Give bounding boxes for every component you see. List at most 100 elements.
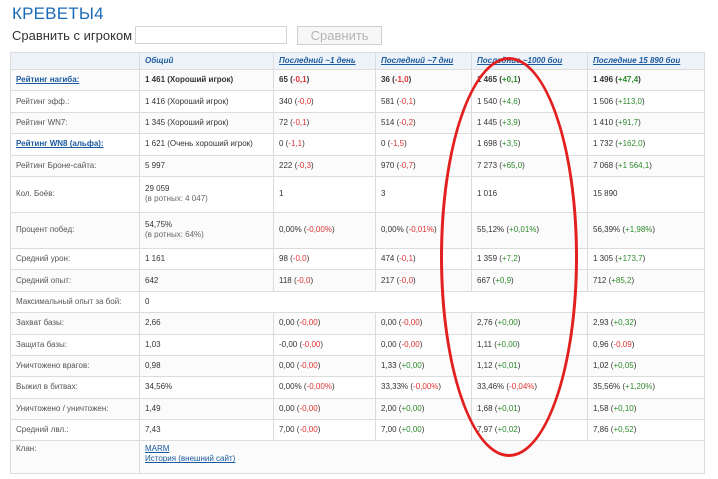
stat-main: 98 ( bbox=[279, 254, 293, 264]
stat-value: 0,00% (-0,00%) bbox=[279, 225, 335, 234]
stat-paren: ) bbox=[631, 275, 635, 285]
stat-main: 56,39% ( bbox=[593, 225, 626, 235]
stat-cell: 1 305 (+173,7) bbox=[587, 247, 705, 271]
stat-value: 0,00 (-0,00) bbox=[381, 340, 422, 349]
stat-cell: 2,00 (+0,00) bbox=[375, 397, 472, 421]
stat-paren: ) bbox=[413, 160, 416, 170]
header-last-day-link[interactable]: Последний ~1 день bbox=[279, 56, 356, 65]
stat-paren: ) bbox=[517, 318, 521, 328]
stat-subtext: (в ротных: 4 047) bbox=[145, 194, 208, 204]
row-label-text: Выжил в битвах: bbox=[16, 382, 78, 392]
stat-value: 1 698 (+3,5) bbox=[477, 139, 520, 148]
stat-paren: ) bbox=[317, 361, 321, 371]
stat-paren: ) bbox=[421, 403, 425, 413]
stat-cell: 118 (-0,0) bbox=[273, 269, 376, 292]
stat-value: 0,96 (-0,09) bbox=[593, 340, 634, 349]
stat-main: 0,00 ( bbox=[279, 318, 300, 328]
table-row: Рейтинг нагиба: 1 461 (Хороший игрок) 65 (… bbox=[10, 68, 705, 92]
stat-main: 1,49 bbox=[145, 403, 161, 413]
stat-main: 72 ( bbox=[279, 117, 293, 127]
stat-value: 33,33% (-0,00%) bbox=[381, 382, 441, 391]
header-last-1000[interactable]: Последние ~1000 бои bbox=[471, 52, 588, 70]
stat-paren: ) bbox=[642, 139, 646, 149]
stat-main: 0,98 bbox=[145, 361, 161, 371]
stat-paren: ) bbox=[652, 382, 656, 392]
stat-main: 7,00 ( bbox=[381, 425, 402, 435]
stat-delta: -0,1 bbox=[292, 117, 307, 127]
stat-cell: 34,56% bbox=[139, 376, 274, 399]
clan-link[interactable]: MARM bbox=[145, 444, 699, 454]
stat-cell: 1 465 (+0,1) bbox=[471, 68, 588, 92]
stat-value: 970 (-0,7) bbox=[381, 161, 416, 170]
row-label-text: Процент побед: bbox=[16, 225, 75, 235]
row-label: Средний лвл.: bbox=[10, 419, 140, 442]
header-last-15890[interactable]: Последние 15 890 бои bbox=[587, 52, 705, 70]
stat-main: 1 506 ( bbox=[593, 96, 618, 106]
stat-cell: 7 273 (+65,0) bbox=[471, 154, 588, 177]
stat-paren: ) bbox=[331, 225, 335, 235]
row-label-text: Максимальный опыт за бой: bbox=[16, 296, 122, 306]
stat-cell: 1 621 (Очень хороший игрок) bbox=[139, 133, 274, 156]
row-label: Уничтожено / уничтожен: bbox=[10, 397, 140, 421]
row-label-link[interactable]: Рейтинг нагиба: bbox=[16, 75, 79, 84]
stat-cell: 1 506 (+113,0) bbox=[587, 90, 705, 113]
stat-value: 15 890 bbox=[593, 189, 617, 198]
stat-value: 0,98 bbox=[145, 361, 161, 370]
stat-paren: ) bbox=[631, 339, 635, 349]
stat-value: 1 359 (+7,2) bbox=[477, 254, 520, 263]
stat-cell: 1,33 (+0,00) bbox=[375, 354, 472, 378]
row-label[interactable]: Рейтинг нагиба: bbox=[10, 68, 140, 92]
stat-value: 2,93 (+0,32) bbox=[593, 318, 636, 327]
stat-paren: ) bbox=[517, 117, 521, 127]
stat-main: 7 068 ( bbox=[593, 160, 618, 170]
stat-value: 0,00 (-0,00) bbox=[279, 361, 320, 370]
stat-cell: 1 698 (+3,5) bbox=[471, 133, 588, 156]
stat-paren: ) bbox=[331, 382, 335, 392]
stat-main: 118 ( bbox=[279, 275, 297, 285]
player-name-title: КРЕВЕТЫ4 bbox=[12, 4, 104, 23]
stat-value: 1 345 (Хороший игрок) bbox=[145, 118, 229, 127]
header-last-15890-link[interactable]: Последние 15 890 бои bbox=[593, 56, 680, 65]
table-row: Средний урон: 1 161 98 (-0,0) 474 (-0,1) 1 3… bbox=[10, 247, 705, 271]
stat-delta: +0,10 bbox=[613, 403, 634, 413]
stat-cell: 2,93 (+0,32) bbox=[587, 312, 705, 335]
stat-subtext: (в ротных: 64%) bbox=[145, 230, 204, 240]
stat-main: 0 ( bbox=[279, 139, 289, 149]
stat-delta: -0,3 bbox=[297, 160, 312, 170]
stat-paren: ) bbox=[517, 139, 521, 149]
stat-delta: +0,9 bbox=[495, 275, 512, 285]
stat-delta: +0,32 bbox=[613, 318, 634, 328]
stat-main: 0,00 ( bbox=[381, 318, 402, 328]
stat-delta: -0,00% bbox=[306, 382, 332, 392]
compare-button[interactable]: Сравнить bbox=[297, 25, 383, 45]
row-label-text: Уничтожено врагов: bbox=[16, 361, 90, 371]
header-last-1000-link[interactable]: Последние ~1000 бои bbox=[477, 56, 562, 65]
stat-cell: 1,02 (+0,05) bbox=[587, 354, 705, 378]
stat-value: 2,76 (+0,00) bbox=[477, 318, 520, 327]
table-row: Уничтожено / уничтожен: 1,49 0,00 (-0,00) 2… bbox=[10, 397, 705, 421]
row-label-link[interactable]: Рейтинг WN8 (альфа): bbox=[16, 139, 104, 148]
stat-paren: ) bbox=[649, 160, 652, 170]
row-label[interactable]: Рейтинг WN8 (альфа): bbox=[10, 133, 140, 156]
stat-main: 2,00 ( bbox=[381, 403, 402, 413]
stat-cell: 0 (-1,1) bbox=[273, 133, 376, 156]
stat-main: 0,00% ( bbox=[279, 382, 307, 392]
header-last-week[interactable]: Последний ~7 дни bbox=[375, 52, 472, 70]
stat-cell: 1,11 (+0,00) bbox=[471, 333, 588, 356]
header-last-week-link[interactable]: Последний ~7 дни bbox=[381, 56, 453, 65]
clan-history-link[interactable]: История (внешний сайт) bbox=[145, 454, 699, 464]
compare-player-input[interactable] bbox=[135, 26, 288, 44]
table-row: Средний лвл.: 7,43 7,00 (-0,00) 7,00 (+0,00… bbox=[10, 419, 705, 442]
stat-value: 340 (-0,0) bbox=[279, 97, 314, 106]
header-last-day[interactable]: Последний ~1 день bbox=[273, 52, 376, 70]
stat-paren: ) bbox=[419, 318, 423, 328]
stat-delta: -0,00% bbox=[413, 382, 439, 392]
stat-value: 1,33 (+0,00) bbox=[381, 361, 424, 370]
stat-main: 1,12 ( bbox=[477, 361, 498, 371]
row-label: Захват базы: bbox=[10, 312, 140, 335]
stat-main: 222 ( bbox=[279, 160, 298, 170]
compare-form: Сравнить с игроком Сравнить bbox=[12, 25, 383, 45]
stat-paren: ) bbox=[302, 139, 305, 149]
row-label-text: Средний лвл.: bbox=[16, 425, 69, 435]
stat-delta: +7,2 bbox=[501, 254, 518, 264]
